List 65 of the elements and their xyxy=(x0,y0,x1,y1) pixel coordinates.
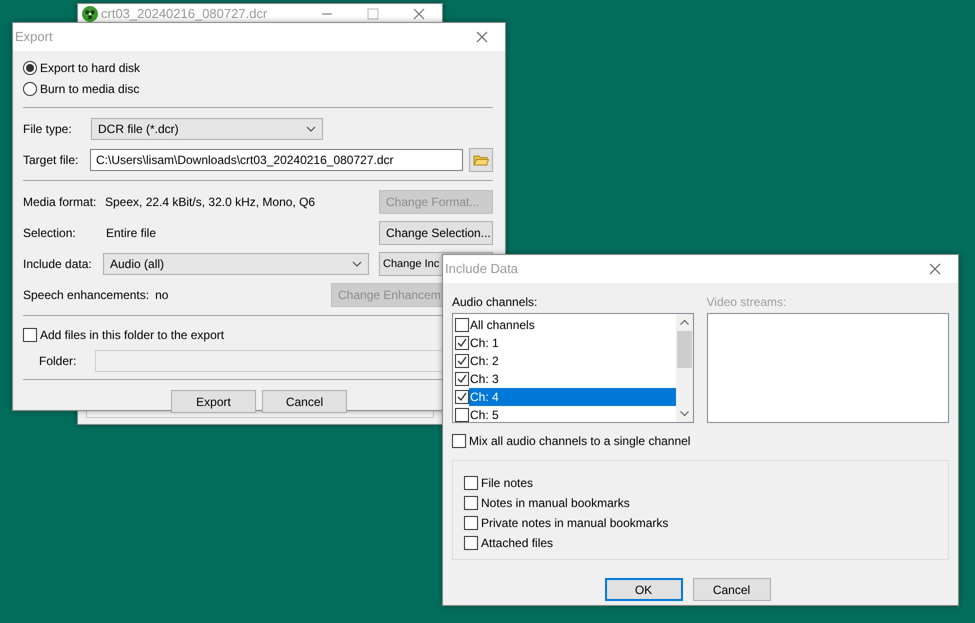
channel-item[interactable]: All channels xyxy=(469,316,676,334)
radio-label[interactable]: Burn to media disc xyxy=(40,80,140,98)
checkbox[interactable] xyxy=(464,496,478,510)
section-label: Video streams: xyxy=(706,294,788,311)
channel-item[interactable]: Ch: 3 xyxy=(469,370,676,388)
radio-label[interactable]: Export to hard disk xyxy=(40,58,140,76)
channel-item[interactable]: Ch: 5 xyxy=(469,406,676,422)
checkbox[interactable] xyxy=(452,434,466,448)
scrollbar[interactable] xyxy=(676,314,692,422)
radio-button[interactable] xyxy=(23,60,37,74)
field-label: Selection: xyxy=(23,225,77,242)
field-value: Entire file xyxy=(106,225,156,242)
scroll-thumb[interactable] xyxy=(676,331,692,368)
folder-icon xyxy=(473,154,489,166)
dialog-button[interactable]: Cancel xyxy=(692,578,770,601)
field-label: Folder: xyxy=(39,353,78,370)
dialog-button[interactable]: OK xyxy=(604,578,682,601)
window-title: crt03_20240216_080727.dcr xyxy=(101,6,268,21)
dialog-button[interactable]: Export xyxy=(171,390,256,413)
field-label: Speech enhancements: xyxy=(23,287,150,304)
checkbox[interactable] xyxy=(464,516,478,530)
checkbox[interactable] xyxy=(455,354,469,368)
field-value: Speex, 22.4 kBit/s, 32.0 kHz, Mono, Q6 xyxy=(105,194,316,211)
close-icon[interactable] xyxy=(413,8,425,20)
target-file-field[interactable]: C:\Users\lisam\Downloads\crt03_20240216_080727.dcr xyxy=(90,149,463,171)
chevron-icon xyxy=(352,261,362,267)
check-icon xyxy=(456,373,468,385)
checkbox[interactable] xyxy=(455,336,469,350)
checkbox[interactable] xyxy=(464,476,478,490)
checkbox[interactable] xyxy=(455,318,469,332)
change-button[interactable]: Change Selection... xyxy=(379,221,493,245)
checkbox[interactable] xyxy=(23,328,37,342)
close-icon[interactable] xyxy=(476,31,488,43)
checkbox[interactable] xyxy=(464,536,478,550)
close-icon[interactable] xyxy=(929,263,941,275)
field-label: Include data: xyxy=(23,256,93,273)
field-label: Target file: xyxy=(23,152,80,169)
chevron-icon xyxy=(306,126,316,132)
field-value: no xyxy=(155,287,168,304)
checkbox[interactable] xyxy=(455,408,469,422)
channel-item[interactable]: Ch: 4 xyxy=(469,388,676,406)
window-title: Export xyxy=(15,28,53,46)
check-icon xyxy=(456,391,468,403)
field-label: File type: xyxy=(23,121,73,138)
scroll-up-icon[interactable] xyxy=(680,320,688,325)
check-icon xyxy=(456,337,468,349)
checkbox-label[interactable]: Add files in this folder to the export xyxy=(40,326,224,344)
include-data-dropdown[interactable]: Audio (all) xyxy=(103,253,369,275)
dialog-button[interactable]: Cancel xyxy=(262,390,347,413)
checkbox-label[interactable]: Notes in manual bookmarks xyxy=(481,494,630,512)
channel-item[interactable]: Ch: 1 xyxy=(469,334,676,352)
checkbox-label[interactable]: Private notes in manual bookmarks xyxy=(481,514,668,532)
checkbox-label[interactable]: File notes xyxy=(481,474,534,492)
channel-item[interactable]: Ch: 2 xyxy=(469,352,676,370)
file-type-dropdown[interactable]: DCR file (*.dcr) xyxy=(91,118,323,140)
checkbox[interactable] xyxy=(455,390,469,404)
change-button: Change Format... xyxy=(379,190,493,214)
checkbox[interactable] xyxy=(455,372,469,386)
radio-button[interactable] xyxy=(23,82,37,96)
check-icon xyxy=(456,355,468,367)
checkbox-label[interactable]: Attached files xyxy=(481,534,554,552)
app-icon xyxy=(82,6,98,22)
field-label: Media format: xyxy=(23,194,98,211)
checkbox-label[interactable]: Mix all audio channels to a single channel xyxy=(469,432,690,450)
scroll-down-icon[interactable] xyxy=(680,411,688,416)
